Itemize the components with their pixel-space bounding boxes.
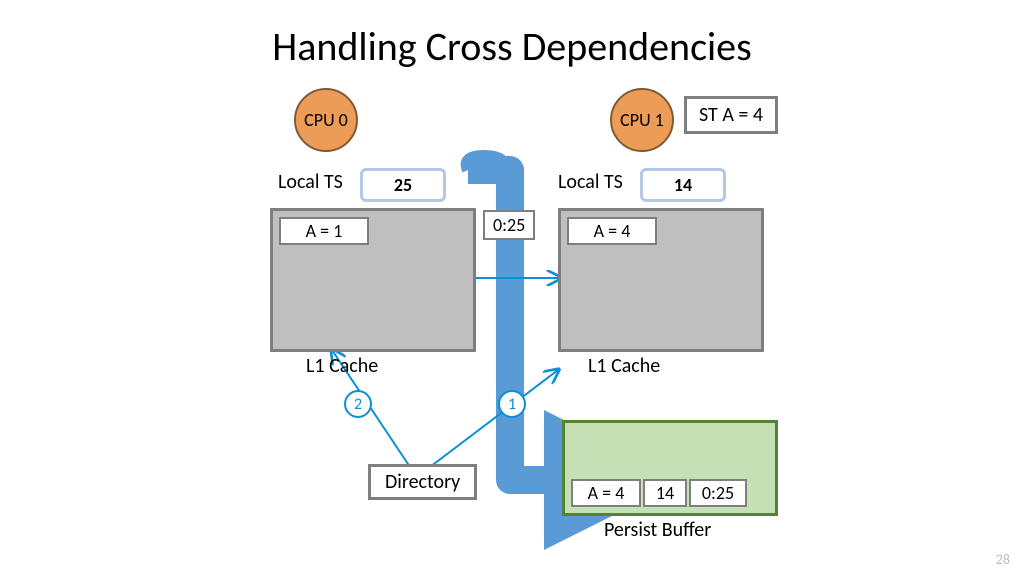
cpu1-node: CPU 1 — [610, 88, 674, 152]
step-1-marker: 1 — [498, 390, 526, 418]
pbuf-dep: 0:25 — [689, 479, 747, 507]
cpu1-local-ts-label: Local TS — [558, 170, 623, 194]
cpu0-local-ts-value: 25 — [360, 168, 446, 202]
step-2-marker: 2 — [344, 390, 372, 418]
cpu1-cache-entry: A = 4 — [567, 217, 657, 245]
cpu0-local-ts-label: Local TS — [278, 170, 343, 194]
cpu0-label: CPU 0 — [304, 109, 348, 131]
cpu1-local-ts-value: 14 — [640, 168, 726, 202]
persist-buffer: A = 4 14 0:25 — [562, 420, 778, 516]
persist-buffer-label: Persist Buffer — [604, 518, 711, 542]
flow-arrow-big — [0, 0, 1024, 576]
message-tag: 0:25 — [483, 210, 535, 240]
pbuf-ts: 14 — [643, 479, 687, 507]
cpu0-node: CPU 0 — [294, 88, 358, 152]
cpu0-cache-label: L1 Cache — [306, 354, 378, 378]
cpu1-cache-label: L1 Cache — [588, 354, 660, 378]
cpu1-label: CPU 1 — [620, 109, 664, 131]
cpu1-l1-cache: A = 4 — [558, 208, 764, 352]
pbuf-value: A = 4 — [571, 479, 641, 507]
cpu1-instruction: ST A = 4 — [684, 96, 778, 134]
cpu0-l1-cache: A = 1 — [270, 208, 476, 352]
cpu0-cache-entry: A = 1 — [279, 217, 369, 245]
directory-box: Directory — [368, 464, 477, 500]
